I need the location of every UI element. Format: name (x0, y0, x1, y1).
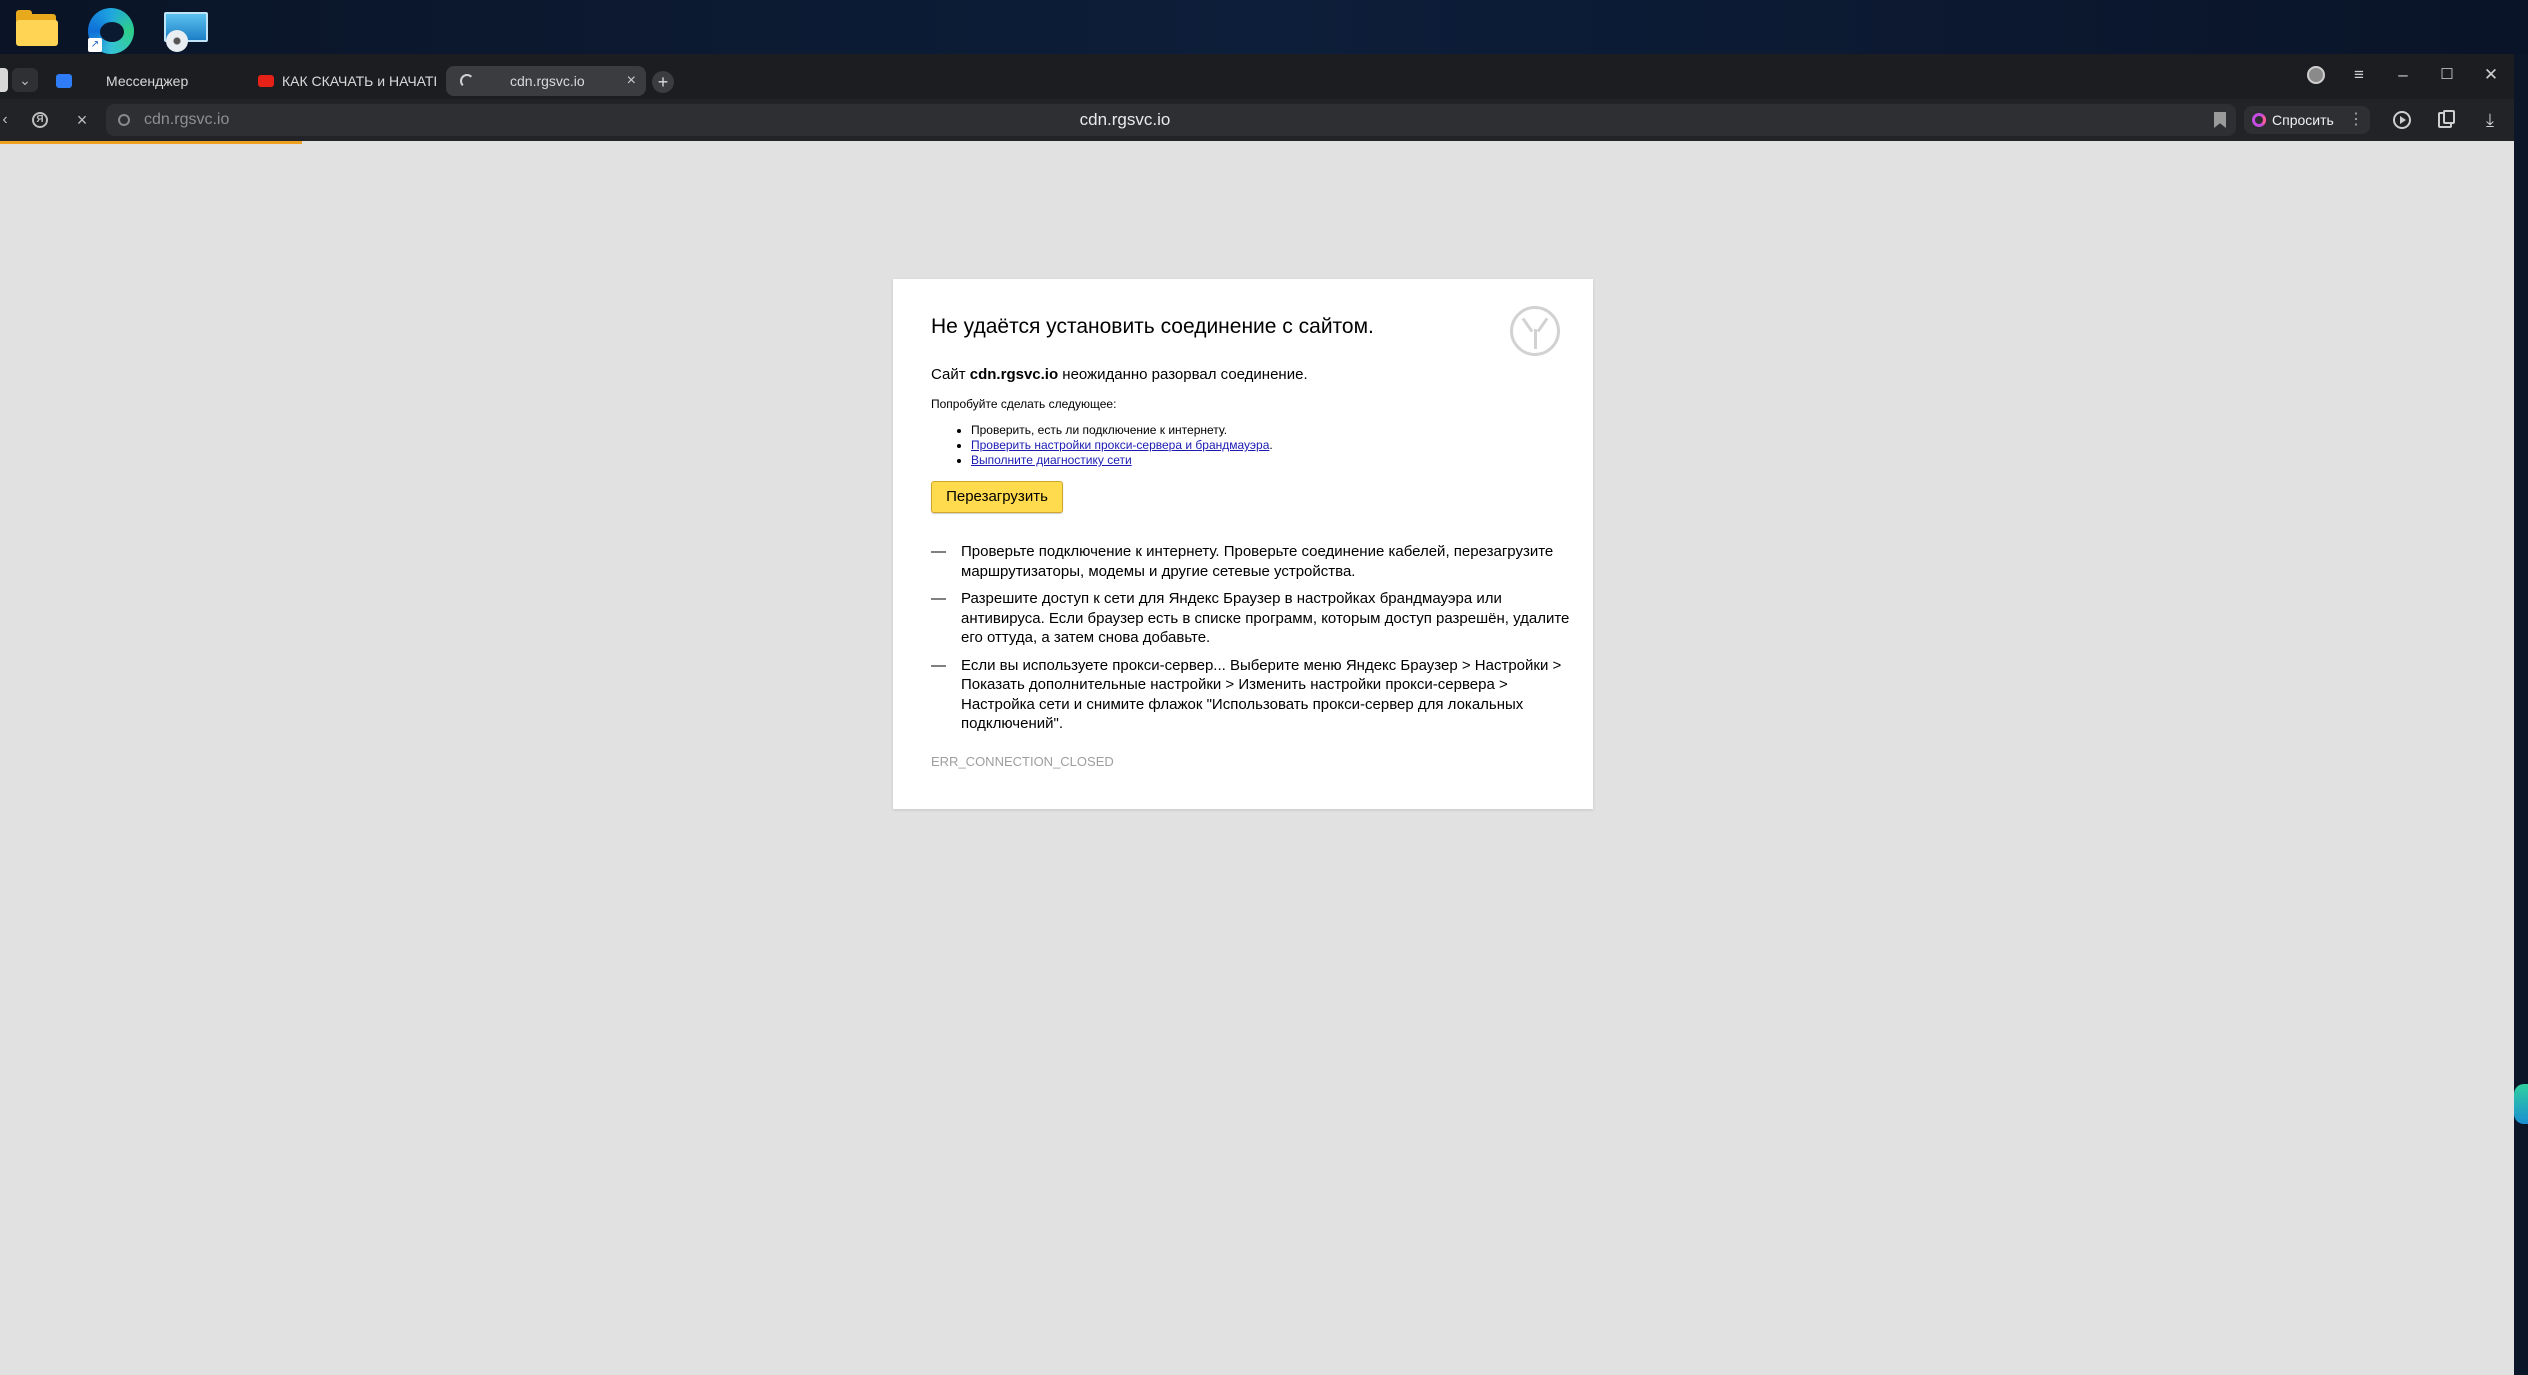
desktop-widget-icon[interactable] (2514, 1084, 2528, 1124)
tab-close-button[interactable]: × (627, 66, 636, 96)
error-code: ERR_CONNECTION_CLOSED (931, 754, 1114, 769)
tab-label: cdn.rgsvc.io (510, 73, 585, 89)
list-item: Выполните диагностику сети (971, 453, 1273, 468)
desktop-edge (2514, 54, 2528, 1375)
hint-item: — Проверьте подключение к интернету. Пров… (931, 543, 1554, 580)
site-suffix: неожиданно разорвал соединение. (1062, 366, 1308, 383)
address-bar-row: ‹ Я × cdn.rgsvc.io cdn.rgsvc.io Спросить… (0, 99, 2514, 141)
page-content: Не удаётся установить соединение с сайто… (0, 141, 2514, 1375)
edge-icon[interactable]: ↗ (88, 8, 134, 54)
close-window-button[interactable]: ✕ (2478, 62, 2504, 88)
stop-loading-button[interactable]: × (70, 108, 94, 132)
ask-alice-button[interactable]: Спросить ⋮ (2244, 106, 2370, 134)
address-host: cdn.rgsvc.io (144, 111, 230, 128)
messenger-icon (56, 74, 72, 88)
tab-label: Мессенджер (106, 73, 189, 89)
browser-window: ⌄ Мессенджер КАК СКАЧАТЬ и НАЧАТЬ cdn.rg… (0, 54, 2514, 1375)
yandex-y-icon: Я (32, 112, 48, 128)
address-input[interactable]: cdn.rgsvc.io cdn.rgsvc.io (106, 104, 2236, 136)
avatar-icon (2307, 66, 2325, 84)
maximize-button[interactable]: ☐ (2434, 62, 2460, 88)
new-tab-button[interactable]: + (652, 71, 674, 93)
media-player-button[interactable] (2390, 108, 2414, 132)
error-title: Не удаётся установить соединение с сайто… (931, 315, 1374, 338)
yandex-home-button[interactable]: Я (28, 108, 52, 132)
folder-icon[interactable] (14, 8, 58, 48)
list-item: Проверить, есть ли подключение к интерне… (971, 423, 1273, 438)
hint-item: — Разрешите доступ к сети для Яндекс Брау… (931, 590, 1570, 646)
collections-button[interactable] (2434, 108, 2458, 132)
alice-icon (2252, 113, 2266, 127)
site-host: cdn.rgsvc.io (969, 366, 1059, 383)
tabs-dropdown-button[interactable]: ⌄ (12, 68, 38, 92)
suggestions-list: Проверить, есть ли подключение к интерне… (971, 423, 1273, 468)
loading-spinner-icon (460, 74, 474, 88)
tab-messenger[interactable]: Мессенджер (54, 66, 234, 96)
address-center-title: cdn.rgsvc.io (1079, 110, 1171, 129)
error-card: Не удаётся установить соединение с сайто… (893, 279, 1593, 809)
back-button[interactable]: ‹ (0, 108, 10, 132)
minimize-button[interactable]: – (2390, 62, 2416, 88)
site-prefix: Сайт (931, 366, 966, 383)
reload-button[interactable]: Перезагрузить (931, 481, 1063, 513)
monitor-disc-icon[interactable] (164, 8, 208, 52)
page-load-progress (0, 141, 302, 144)
youtube-icon (258, 75, 274, 87)
list-item: Проверить настройки прокси-сервера и бра… (971, 438, 1273, 453)
download-icon[interactable]: ⤓ (2478, 108, 2502, 132)
profile-button[interactable] (2302, 62, 2328, 88)
tab-groups-button[interactable] (0, 68, 8, 92)
try-label: Попробуйте сделать следующее: (931, 397, 1117, 411)
lock-icon[interactable] (118, 114, 130, 126)
tab-active-cdn[interactable]: cdn.rgsvc.io × (446, 66, 646, 96)
tab-label: КАК СКАЧАТЬ и НАЧАТЬ (282, 73, 436, 89)
hints-list: — Проверьте подключение к интернету. Пров… (931, 542, 1571, 742)
tab-youtube-video[interactable]: КАК СКАЧАТЬ и НАЧАТЬ (256, 66, 436, 96)
hint-item: — Если вы используете прокси-сервер... Вы… (931, 656, 1562, 733)
network-diagnostics-link[interactable]: Выполните диагностику сети (971, 453, 1132, 467)
tab-bar: ⌄ Мессенджер КАК СКАЧАТЬ и НАЧАТЬ cdn.rg… (0, 54, 2514, 99)
proxy-settings-link[interactable]: Проверить настройки прокси-сервера и бра… (971, 438, 1269, 452)
error-subtitle: Сайт cdn.rgsvc.io неожиданно разорвал со… (931, 366, 1308, 383)
menu-button[interactable]: ≡ (2346, 62, 2372, 88)
yandex-logo-icon (1510, 306, 1560, 356)
ask-label: Спросить (2272, 112, 2334, 128)
more-options-icon[interactable]: ⋮ (2348, 106, 2364, 134)
bookmark-icon[interactable] (2214, 112, 2226, 128)
desktop-taskbar-strip: ↗ (0, 0, 2528, 54)
